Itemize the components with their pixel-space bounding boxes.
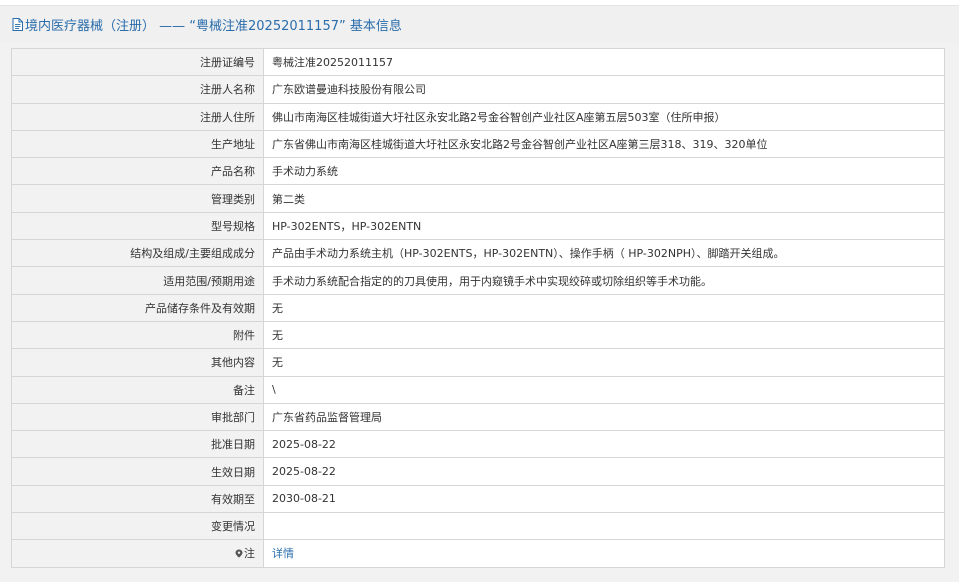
field-label-other-content: 其他内容	[11, 348, 264, 377]
field-label-approval-date: 批准日期	[11, 430, 264, 459]
field-label-intended-use: 适用范围/预期用途	[11, 266, 264, 295]
note-label: 注	[244, 547, 255, 561]
table-row-remarks: 备注 \	[11, 375, 945, 404]
field-value-management-class: 第二类	[263, 184, 945, 213]
table-row-model-spec: 型号规格 HP-302ENTS，HP-302ENTN	[11, 211, 945, 241]
field-value-model-spec: HP-302ENTS，HP-302ENTN	[263, 211, 945, 241]
field-value-effective-date: 2025-08-22	[263, 457, 945, 486]
field-label-expiry-date: 有效期至	[11, 484, 264, 514]
info-table: 注册证编号 粤械注准20252011157 注册人名称 广东欧谱曼迪科技股份有限公司注…	[11, 47, 945, 568]
table-row-registration-number: 注册证编号 粤械注准20252011157	[11, 47, 945, 77]
field-value-structure-composition: 产品由手术动力系统主机（HP-302ENTS，HP-302ENTN）、操作手柄（…	[263, 239, 945, 268]
field-label-remarks: 备注	[11, 375, 264, 404]
field-value-remarks: \	[263, 375, 945, 404]
table-row-structure-composition: 结构及组成/主要组成成分 产品由手术动力系统主机（HP-302ENTS，HP-30…	[11, 239, 945, 268]
document-icon	[12, 18, 23, 31]
field-label-approval-dept: 审批部门	[11, 402, 264, 432]
table-row-intended-use: 适用范围/预期用途 手术动力系统配合指定的的刀具使用，用于内窥镜手术中实现绞碎或切…	[11, 266, 945, 295]
details-link[interactable]: 详情	[272, 547, 294, 560]
table-row-change-status: 变更情况	[11, 512, 945, 541]
map-pin-icon	[235, 549, 243, 559]
table-row-registrant-address: 注册人住所 佛山市南海区桂城街道大圩社区永安北路2号金谷智创产业社区A座第五层50…	[11, 102, 945, 131]
page-title: 境内医疗器械（注册） —— “粤械注准20252011157” 基本信息	[25, 19, 402, 34]
field-value-product-name: 手术动力系统	[263, 157, 945, 186]
field-label-registration-number: 注册证编号	[11, 47, 264, 77]
field-label-structure-composition: 结构及组成/主要组成成分	[11, 239, 264, 268]
table-row-registrant-name: 注册人名称 广东欧谱曼迪科技股份有限公司	[11, 75, 945, 104]
field-value-change-status	[263, 512, 945, 541]
field-value-production-address: 广东省佛山市南海区桂城街道大圩社区永安北路2号金谷智创产业社区A座第三层318、…	[263, 129, 945, 159]
field-value-other-content: 无	[263, 348, 945, 377]
table-row-approval-dept: 审批部门 广东省药品监督管理局	[11, 402, 945, 432]
field-label-note: 注	[11, 539, 264, 568]
field-value-registration-number: 粤械注准20252011157	[263, 47, 945, 77]
field-value-note: 详情	[263, 539, 945, 568]
field-label-registrant-address: 注册人住所	[11, 102, 264, 131]
field-value-intended-use: 手术动力系统配合指定的的刀具使用，用于内窥镜手术中实现绞碎或切除组织等手术功能。	[263, 266, 945, 295]
field-value-storage-validity: 无	[263, 293, 945, 322]
table-row-effective-date: 生效日期 2025-08-22	[11, 457, 945, 486]
panel-header: 境内医疗器械（注册） —— “粤械注准20252011157” 基本信息	[0, 6, 959, 43]
table-row-attachments: 附件无	[11, 320, 945, 350]
field-label-attachments: 附件	[11, 320, 264, 350]
table-row-management-class: 管理类别 第二类	[11, 184, 945, 213]
table-row-expiry-date: 有效期至 2030-08-21	[11, 484, 945, 514]
table-row-product-name: 产品名称 手术动力系统	[11, 157, 945, 186]
table-row-storage-validity: 产品储存条件及有效期无	[11, 293, 945, 322]
table-row-note: 注 详情	[11, 539, 945, 568]
field-label-registrant-name: 注册人名称	[11, 75, 264, 104]
field-value-registrant-address: 佛山市南海区桂城街道大圩社区永安北路2号金谷智创产业社区A座第五层503室（住所…	[263, 102, 945, 131]
field-label-storage-validity: 产品储存条件及有效期	[11, 293, 264, 322]
table-row-production-address: 生产地址 广东省佛山市南海区桂城街道大圩社区永安北路2号金谷智创产业社区A座第三层…	[11, 129, 945, 159]
field-label-model-spec: 型号规格	[11, 211, 264, 241]
field-value-attachments: 无	[263, 320, 945, 350]
field-value-approval-dept: 广东省药品监督管理局	[263, 402, 945, 432]
field-label-change-status: 变更情况	[11, 512, 264, 541]
field-label-effective-date: 生效日期	[11, 457, 264, 486]
field-value-expiry-date: 2030-08-21	[263, 484, 945, 514]
field-value-registrant-name: 广东欧谱曼迪科技股份有限公司	[263, 75, 945, 104]
table-row-other-content: 其他内容无	[11, 348, 945, 377]
basic-info-panel: 境内医疗器械（注册） —— “粤械注准20252011157” 基本信息 注册证…	[0, 5, 959, 582]
field-value-approval-date: 2025-08-22	[263, 430, 945, 459]
field-label-product-name: 产品名称	[11, 157, 264, 186]
field-label-management-class: 管理类别	[11, 184, 264, 213]
field-label-production-address: 生产地址	[11, 129, 264, 159]
table-row-approval-date: 批准日期 2025-08-22	[11, 430, 945, 459]
